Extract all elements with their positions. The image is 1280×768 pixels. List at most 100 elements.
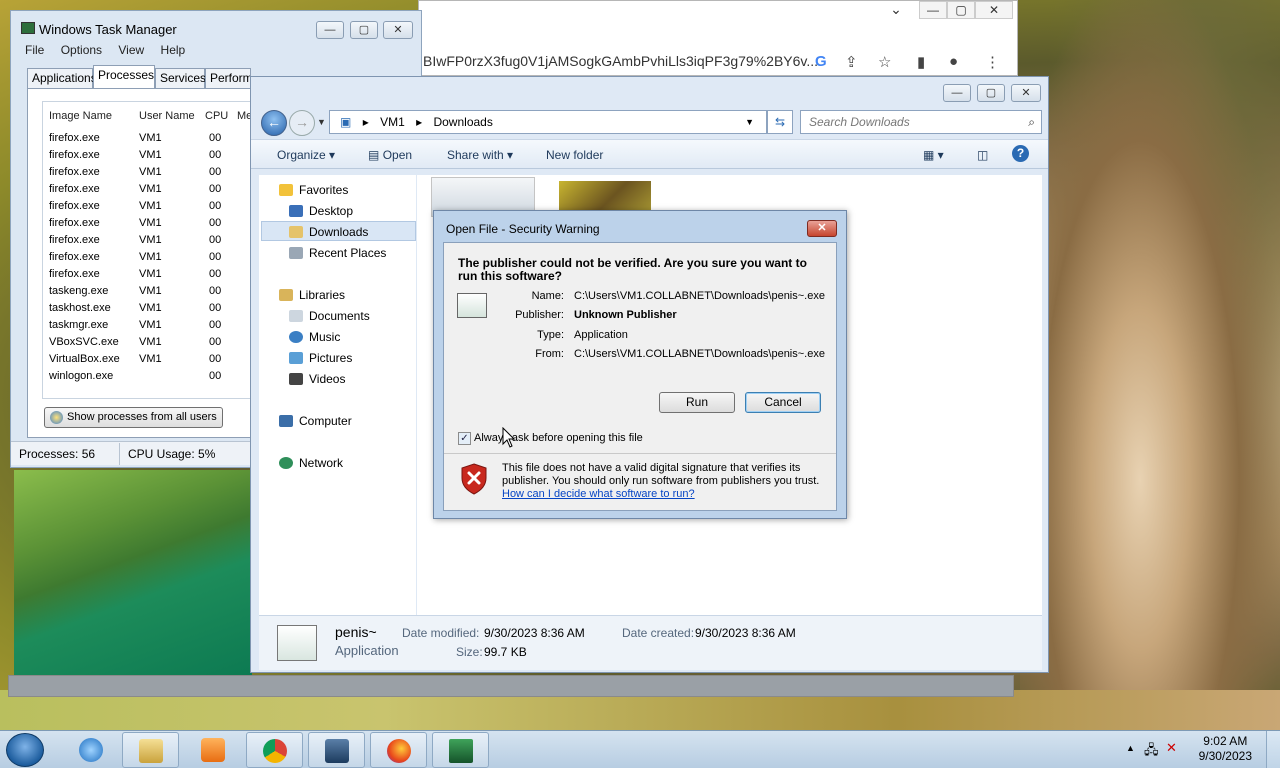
tab-search-chevron[interactable]: ⌄: [882, 1, 910, 19]
chrome-minimize-button[interactable]: —: [919, 1, 947, 19]
tab-services[interactable]: Services: [155, 68, 206, 88]
col-image-name[interactable]: Image Name: [49, 110, 112, 122]
date-modified-value: 9/30/2023 8:36 AM: [484, 626, 585, 640]
preview-pane-icon[interactable]: ◫: [977, 148, 988, 162]
refresh-icon[interactable]: ⇆: [767, 110, 793, 134]
taskbar-ie[interactable]: [62, 732, 119, 768]
menu-file[interactable]: File: [25, 43, 44, 57]
nav-computer[interactable]: Computer: [279, 414, 352, 428]
tab-applications[interactable]: Applications: [27, 68, 97, 88]
nav-desktop[interactable]: Desktop: [289, 204, 353, 218]
nav-documents[interactable]: Documents: [289, 309, 370, 323]
tm-maximize-button[interactable]: ▢: [350, 21, 378, 39]
date-modified-label: Date modified:: [402, 626, 480, 640]
volume-muted-icon[interactable]: ✕: [1166, 740, 1177, 756]
tm-close-button[interactable]: ✕: [383, 21, 413, 39]
organize-button[interactable]: Organize ▾: [277, 148, 335, 162]
nav-network[interactable]: Network: [279, 456, 343, 470]
chrome-icon: [262, 739, 287, 763]
back-arrow-icon[interactable]: ←: [261, 110, 287, 136]
show-desktop-button[interactable]: [1266, 731, 1280, 768]
menu-help[interactable]: Help: [161, 43, 186, 57]
address-dropdown-icon[interactable]: ▼: [745, 111, 754, 133]
show-all-label: Show processes from all users: [67, 411, 217, 423]
nav-videos[interactable]: Videos: [289, 372, 345, 386]
system-clock[interactable]: 9:02 AM 9/30/2023: [1199, 734, 1252, 764]
search-input[interactable]: Search Downloads ⌕: [800, 110, 1042, 134]
ex-minimize-button[interactable]: —: [943, 84, 971, 102]
process-cpu: 00: [209, 268, 222, 280]
documents-icon: [289, 310, 303, 322]
view-options-icon[interactable]: ▦ ▾: [923, 148, 944, 162]
process-name: VirtualBox.exe: [49, 353, 120, 365]
process-name: VBoxSVC.exe: [49, 336, 119, 348]
taskbar-task-manager[interactable]: [432, 732, 489, 768]
process-cpu: 00: [209, 217, 222, 229]
share-with-button[interactable]: Share with ▾: [447, 148, 513, 162]
ex-maximize-button[interactable]: ▢: [977, 84, 1005, 102]
menu-options[interactable]: Options: [61, 43, 102, 57]
process-name: taskmgr.exe: [49, 319, 109, 331]
nav-favorites[interactable]: Favorites: [279, 183, 348, 197]
side-panel-icon[interactable]: ▮: [917, 53, 925, 71]
chrome-maximize-button[interactable]: ▢: [947, 1, 975, 19]
taskbar-media-player[interactable]: [184, 732, 241, 768]
tab-performance[interactable]: Performance: [205, 68, 251, 88]
address-bar-url[interactable]: BIwFP0rzX3fug0V1jAMSogkGAmbPvhiLls3iqPF3…: [423, 53, 818, 69]
nav-recent-places[interactable]: Recent Places: [289, 246, 386, 260]
show-hidden-icons-icon[interactable]: ▲: [1126, 743, 1135, 753]
taskbar-virtualbox[interactable]: [308, 732, 365, 768]
process-user: VM1: [139, 234, 162, 246]
search-icon[interactable]: ⌕: [1028, 111, 1035, 133]
cancel-button[interactable]: Cancel: [745, 392, 821, 413]
decide-software-link[interactable]: How can I decide what software to run?: [502, 488, 695, 500]
nav-libraries[interactable]: Libraries: [279, 288, 345, 302]
size-value: 99.7 KB: [484, 645, 527, 659]
always-ask-checkbox[interactable]: ✓: [458, 432, 471, 445]
open-button[interactable]: ▤ Open: [368, 148, 412, 162]
chrome-close-button[interactable]: ✕: [975, 1, 1013, 19]
taskbar-chrome[interactable]: [246, 732, 303, 768]
videos-icon: [289, 373, 303, 385]
chrome-menu-icon[interactable]: ⋮: [985, 53, 1000, 71]
firefox-icon: [386, 739, 411, 763]
col-user-name[interactable]: User Name: [139, 110, 195, 122]
share-icon[interactable]: ⇪: [845, 53, 858, 71]
help-icon[interactable]: ?: [1012, 145, 1029, 162]
folder-icon: [138, 739, 163, 763]
forward-arrow-icon[interactable]: →: [289, 110, 315, 136]
nav-pictures[interactable]: Pictures: [289, 351, 352, 365]
start-button[interactable]: [6, 733, 44, 767]
col-cpu[interactable]: CPU: [205, 110, 228, 122]
recent-pages-chevron-icon[interactable]: ▼: [317, 117, 326, 127]
tab-processes[interactable]: Processes: [93, 65, 155, 88]
nav-music[interactable]: Music: [289, 330, 340, 344]
process-list[interactable]: Image Name User Name CPU Me firefox.exe V…: [42, 101, 272, 399]
run-button[interactable]: Run: [659, 392, 735, 413]
new-folder-button[interactable]: New folder: [546, 148, 603, 162]
profile-avatar-icon[interactable]: ●: [949, 53, 958, 70]
process-user: VM1: [139, 268, 162, 280]
ex-close-button[interactable]: ✕: [1011, 84, 1041, 102]
google-lens-icon[interactable]: G: [815, 53, 827, 70]
clock-time: 9:02 AM: [1203, 734, 1248, 748]
security-warning-dialog[interactable]: Open File - Security Warning ✕ The publi…: [433, 210, 847, 519]
breadcrumb-vm1[interactable]: VM1: [380, 115, 405, 129]
show-all-processes-button[interactable]: Show processes from all users: [44, 407, 223, 428]
always-ask-label[interactable]: Always ask before opening this file: [474, 432, 643, 444]
tm-minimize-button[interactable]: —: [316, 21, 344, 39]
libraries-icon: [279, 289, 293, 301]
breadcrumb-downloads[interactable]: Downloads: [433, 115, 492, 129]
chrome-window[interactable]: ⌄ — ▢ ✕ BIwFP0rzX3fug0V1jAMSogkGAmbPvhiL…: [418, 0, 1018, 76]
menu-view[interactable]: View: [118, 43, 144, 57]
bookmark-star-icon[interactable]: ☆: [878, 53, 891, 71]
dialog-body: The publisher could not be verified. Are…: [443, 242, 837, 511]
taskbar-firefox[interactable]: [370, 732, 427, 768]
internet-explorer-icon: [78, 738, 103, 762]
address-bar[interactable]: ▣ ▸ VM1 ▸ Downloads ▼: [329, 110, 767, 134]
taskbar-explorer[interactable]: [122, 732, 179, 768]
process-user: VM1: [139, 166, 162, 178]
network-status-icon[interactable]: 🖧: [1144, 741, 1159, 763]
nav-downloads[interactable]: Downloads: [289, 225, 368, 239]
dialog-close-button[interactable]: ✕: [807, 220, 837, 237]
